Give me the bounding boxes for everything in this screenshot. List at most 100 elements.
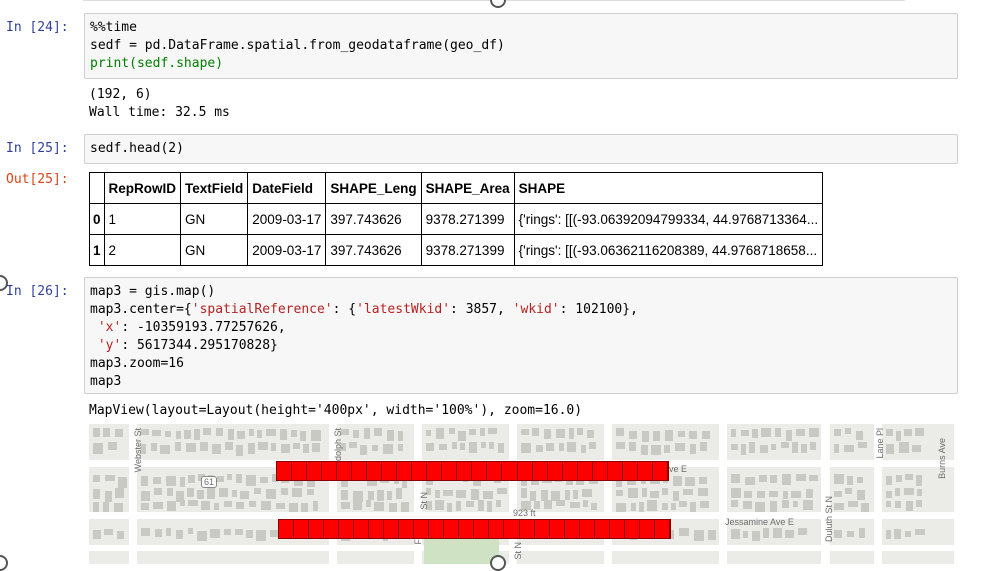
polygon-segment — [655, 520, 670, 538]
code-line: map3.zoom=16 — [90, 356, 184, 371]
map-building — [452, 442, 457, 449]
polygon-feature[interactable] — [278, 519, 671, 539]
map-building — [207, 488, 215, 499]
map-building — [117, 531, 124, 539]
map-building — [210, 529, 220, 538]
map-building — [702, 431, 710, 439]
table-cell: {'rings': [[(-93.06362116208389, 44.9768… — [513, 234, 824, 266]
map-building — [741, 430, 749, 436]
map-building — [237, 431, 245, 439]
map-label: St N — [419, 492, 429, 510]
map-building — [886, 429, 893, 436]
map-building — [856, 431, 863, 440]
map-building — [675, 443, 685, 451]
map-building — [141, 476, 148, 486]
resize-handle[interactable] — [490, 555, 506, 571]
cell-26-input[interactable]: map3 = gis.map() map3.center={'spatialRe… — [84, 277, 958, 394]
polygon-segment — [294, 520, 310, 538]
table-cell: 397.743626 — [325, 203, 422, 235]
polygon-segment — [367, 462, 383, 480]
map-building — [228, 429, 234, 440]
map-building — [755, 502, 765, 512]
resize-handle[interactable] — [0, 555, 8, 571]
polygon-segment — [459, 520, 475, 538]
map-building — [699, 477, 707, 484]
map-building — [731, 488, 741, 498]
map-building — [260, 477, 268, 483]
map-building — [731, 444, 738, 450]
map-view[interactable]: Webster St Randolph St 61 ve E 923 ft St… — [89, 424, 954, 564]
map-building — [246, 530, 253, 538]
map-building — [426, 443, 434, 451]
map-building — [678, 431, 685, 437]
table-header: RepRowID — [103, 172, 182, 204]
map-building — [896, 475, 902, 482]
map-building — [759, 475, 767, 482]
map-building — [565, 490, 570, 500]
cell-25-out-prompt: Out[25]: — [6, 172, 69, 187]
map-building — [700, 442, 707, 451]
map-building — [752, 531, 760, 541]
map-building — [793, 501, 798, 507]
code-line: sedf = pd.DataFrame.spatial.from_geodata… — [90, 38, 505, 53]
map-building — [546, 443, 554, 451]
map-road — [604, 424, 612, 564]
cell-25-input[interactable]: sedf.head(2) — [84, 134, 958, 164]
table-row: 1 2 GN 2009-03-17 397.743626 9378.271399… — [89, 234, 824, 266]
map-building — [248, 443, 255, 454]
map-label: Jessamine Ave E — [725, 517, 794, 527]
map-building — [769, 491, 778, 497]
map-building — [152, 430, 161, 436]
map-building — [904, 429, 912, 436]
map-building — [175, 442, 181, 451]
map-building — [616, 442, 625, 449]
map-building — [103, 428, 110, 437]
polygon-segment — [429, 520, 445, 538]
cell-24-input[interactable]: %%time sedf = pd.DataFrame.spatial.from_… — [84, 13, 958, 79]
map-building — [570, 502, 580, 508]
map-building — [303, 444, 309, 453]
polygon-feature[interactable] — [276, 461, 669, 481]
map-building — [254, 488, 261, 494]
map-building — [236, 445, 243, 456]
map-building — [176, 491, 184, 502]
polygon-segment — [565, 520, 580, 538]
polygon-segment — [623, 462, 638, 480]
map-building — [93, 530, 101, 539]
map-building — [760, 445, 768, 453]
map-building — [662, 488, 668, 495]
map-building — [387, 491, 392, 500]
map-building — [105, 491, 112, 502]
map-building — [372, 445, 378, 451]
table-cell: 9378.271399 — [420, 234, 515, 266]
map-building — [439, 444, 447, 450]
map-building — [662, 503, 668, 510]
map-building — [685, 477, 695, 486]
map-building — [810, 442, 816, 450]
map-building — [551, 491, 560, 501]
polygon-segment — [533, 462, 548, 480]
map-building — [591, 503, 597, 510]
map-building — [374, 428, 382, 436]
map-building — [153, 502, 163, 509]
table-header: SHAPE — [513, 172, 824, 204]
map-building — [801, 444, 807, 453]
map-building — [383, 444, 393, 454]
map-building — [731, 529, 740, 539]
map-building — [281, 488, 288, 495]
map-building — [629, 431, 637, 439]
map-building — [904, 488, 914, 495]
resize-handle[interactable] — [490, 0, 506, 8]
map-building — [436, 428, 444, 439]
map-building — [480, 428, 485, 436]
map-building — [582, 489, 592, 497]
map-building — [104, 529, 113, 535]
map-building — [581, 445, 586, 453]
map-building — [616, 428, 624, 436]
map-building — [398, 444, 403, 451]
map-building — [489, 442, 494, 449]
polygon-segment — [322, 462, 338, 480]
map-building — [650, 491, 659, 498]
map-building — [466, 501, 474, 507]
table-cell: 2 — [103, 234, 182, 266]
